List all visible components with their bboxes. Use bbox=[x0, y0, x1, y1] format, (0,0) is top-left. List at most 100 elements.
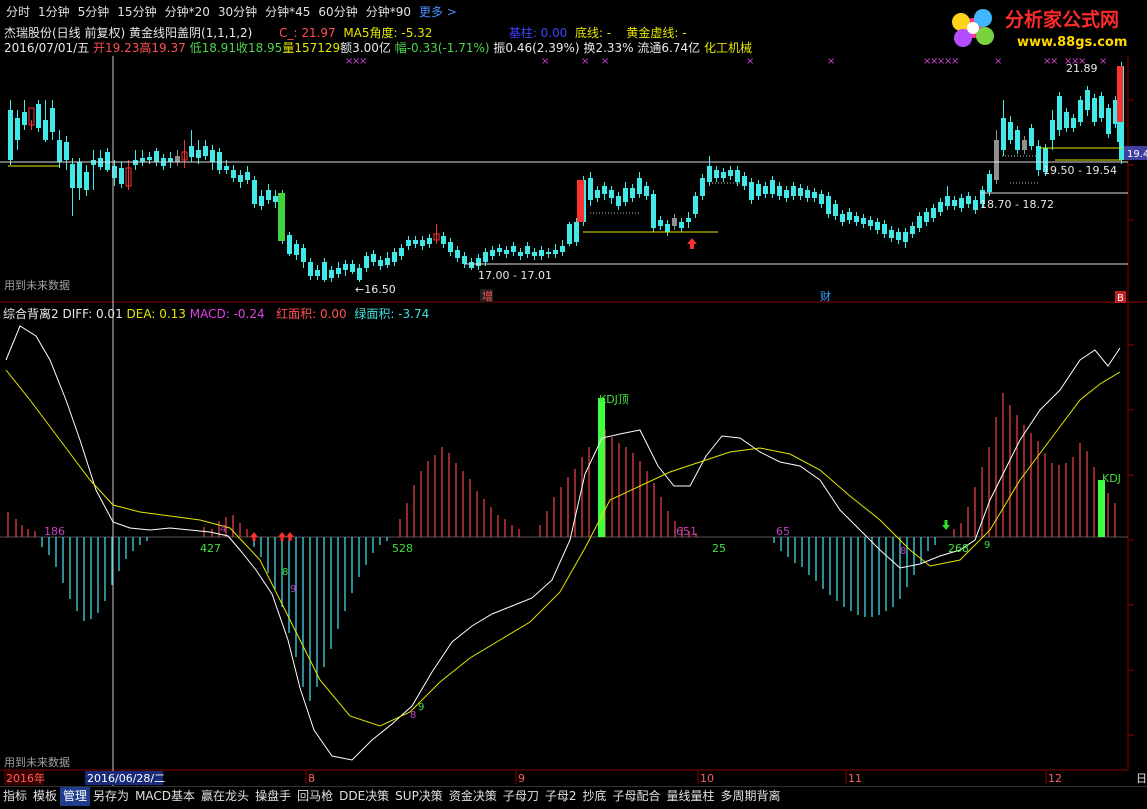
candle-body bbox=[938, 202, 943, 212]
future-data-warning: 用到未来数据 bbox=[4, 755, 70, 769]
btn-multi-diverge[interactable]: 多周期背离 bbox=[718, 787, 784, 806]
btn-vol-line[interactable]: 量线量柱 bbox=[664, 787, 718, 806]
candle-body bbox=[749, 182, 754, 200]
candle-body bbox=[910, 226, 915, 234]
period-tab[interactable]: 分钟*20 bbox=[165, 0, 210, 24]
candle-body bbox=[462, 256, 467, 264]
candle-body bbox=[469, 262, 474, 268]
purple-marker: × bbox=[951, 56, 959, 67]
candle-body bbox=[84, 172, 89, 190]
info-line-2: 2016/07/01/五 开19.23高19.37 低18.91收18.95量1… bbox=[4, 41, 752, 56]
candle-body bbox=[868, 220, 873, 226]
candle-body bbox=[644, 186, 649, 196]
period-tab[interactable]: 30分钟 bbox=[218, 0, 257, 24]
candle-body bbox=[896, 232, 901, 240]
period-indicator: 日 bbox=[1136, 772, 1147, 785]
btn-bottom-fish[interactable]: 抄底 bbox=[579, 787, 609, 806]
chart-canvas[interactable]: ××× × × × × × ××××× × ×× ××× ×←16.5017.00 - 17.011… bbox=[0, 56, 1147, 786]
candle-body bbox=[798, 188, 803, 196]
candle-body bbox=[399, 248, 404, 256]
candle-body bbox=[1085, 90, 1090, 110]
logo-text: 分析家公式网 bbox=[1005, 8, 1119, 31]
candle-body bbox=[308, 262, 313, 276]
candle-body bbox=[252, 180, 257, 204]
candle-body bbox=[1092, 98, 1097, 122]
candle-body bbox=[8, 110, 13, 160]
ind-name: 综合背离2 bbox=[3, 307, 59, 321]
candle-body bbox=[672, 218, 677, 226]
future-data-warning: 用到未来数据 bbox=[4, 278, 70, 292]
date-month: 9 bbox=[518, 772, 525, 785]
period-tab[interactable]: 60分钟 bbox=[318, 0, 357, 24]
candle-body bbox=[833, 204, 838, 216]
candle-body bbox=[560, 246, 565, 252]
candle-body bbox=[259, 196, 264, 206]
signal-num: 9 bbox=[984, 540, 990, 551]
candle-body bbox=[546, 252, 551, 254]
candle-body bbox=[574, 222, 579, 242]
ind-macd: MACD: -0.24 bbox=[189, 307, 265, 321]
date-year: 2016年 bbox=[6, 771, 45, 785]
more-link[interactable]: 更多 > bbox=[419, 0, 457, 24]
btn-zimu2[interactable]: 子母2 bbox=[542, 787, 580, 806]
candle-body bbox=[1050, 120, 1055, 140]
period-tab[interactable]: 分钟*90 bbox=[366, 0, 411, 24]
candle-body bbox=[15, 118, 20, 140]
purple-marker: × bbox=[1050, 56, 1058, 67]
candle-body bbox=[210, 150, 215, 162]
candle-body bbox=[637, 178, 642, 194]
signal-num: 8 bbox=[900, 546, 906, 557]
indicator-title: 综合背离2 DIFF: 0.01 DEA: 0.13 MACD: -0.24 红… bbox=[3, 305, 429, 322]
period-tab[interactable]: 1分钟 bbox=[38, 0, 70, 24]
btn-dde[interactable]: DDE决策 bbox=[336, 787, 392, 806]
btn-zimudao[interactable]: 子母刀 bbox=[500, 787, 542, 806]
candle-body bbox=[763, 186, 768, 194]
candle-body bbox=[791, 186, 796, 196]
candle-body bbox=[43, 120, 48, 140]
kdj-bar bbox=[1098, 480, 1105, 537]
candle-body bbox=[140, 158, 145, 162]
candle-body bbox=[497, 248, 502, 252]
btn-zimu-match[interactable]: 子母配合 bbox=[610, 787, 664, 806]
candle-body bbox=[567, 224, 572, 244]
signal-num: 8 bbox=[282, 567, 288, 578]
period-tab[interactable]: 分时 bbox=[6, 0, 30, 24]
candle-body bbox=[707, 166, 712, 182]
btn-sup[interactable]: SUP决策 bbox=[392, 787, 446, 806]
candle-body bbox=[532, 252, 537, 256]
candle-body bbox=[686, 218, 691, 222]
period-tab[interactable]: 分钟*45 bbox=[265, 0, 310, 24]
ind-green-area: 绿面积: -3.74 bbox=[354, 307, 430, 321]
btn-leader[interactable]: 赢在龙头 bbox=[198, 787, 252, 806]
candle-body bbox=[420, 240, 425, 246]
chart-labels: ××× × × × × × ××××× × ×× ××× ×←16.5017.00 - 17.011… bbox=[4, 56, 1147, 785]
logo-url: www.88gs.com bbox=[1017, 35, 1127, 50]
btn-manage[interactable]: 管理 bbox=[60, 787, 91, 806]
btn-save-as[interactable]: 另存为 bbox=[90, 787, 132, 806]
price-tag: 19.4 bbox=[1127, 149, 1147, 160]
period-tab[interactable]: 15分钟 bbox=[117, 0, 156, 24]
btn-template[interactable]: 模板 bbox=[30, 787, 60, 806]
period-tab[interactable]: 5分钟 bbox=[78, 0, 110, 24]
candle-body bbox=[322, 262, 327, 280]
info-line-1: 杰瑞股份(日线 前复权) 黄金线阳盖阴(1,1,1,2) C_: 21.97 M… bbox=[4, 26, 687, 41]
btn-fund[interactable]: 资金决策 bbox=[446, 787, 500, 806]
candle-body bbox=[455, 250, 460, 258]
purple-marker: × bbox=[827, 56, 835, 67]
candle-body bbox=[602, 186, 607, 194]
btn-indicator[interactable]: 指标 bbox=[0, 787, 30, 806]
btn-macd-basic[interactable]: MACD基本 bbox=[132, 787, 198, 806]
purple-marker: × bbox=[746, 56, 754, 67]
btn-huimaqiang[interactable]: 回马枪 bbox=[294, 787, 336, 806]
candle-body bbox=[987, 174, 992, 192]
candle-body bbox=[819, 194, 824, 204]
signal-arrow-icon bbox=[286, 532, 294, 541]
candle-body bbox=[1106, 108, 1111, 134]
candle-body bbox=[273, 196, 278, 202]
btn-trader[interactable]: 操盘手 bbox=[252, 787, 294, 806]
candle-body bbox=[266, 190, 271, 200]
candle-body bbox=[616, 196, 621, 206]
price-label-low: ←16.50 bbox=[355, 283, 396, 296]
candle-body bbox=[1064, 112, 1069, 128]
candle-body bbox=[1008, 122, 1013, 140]
